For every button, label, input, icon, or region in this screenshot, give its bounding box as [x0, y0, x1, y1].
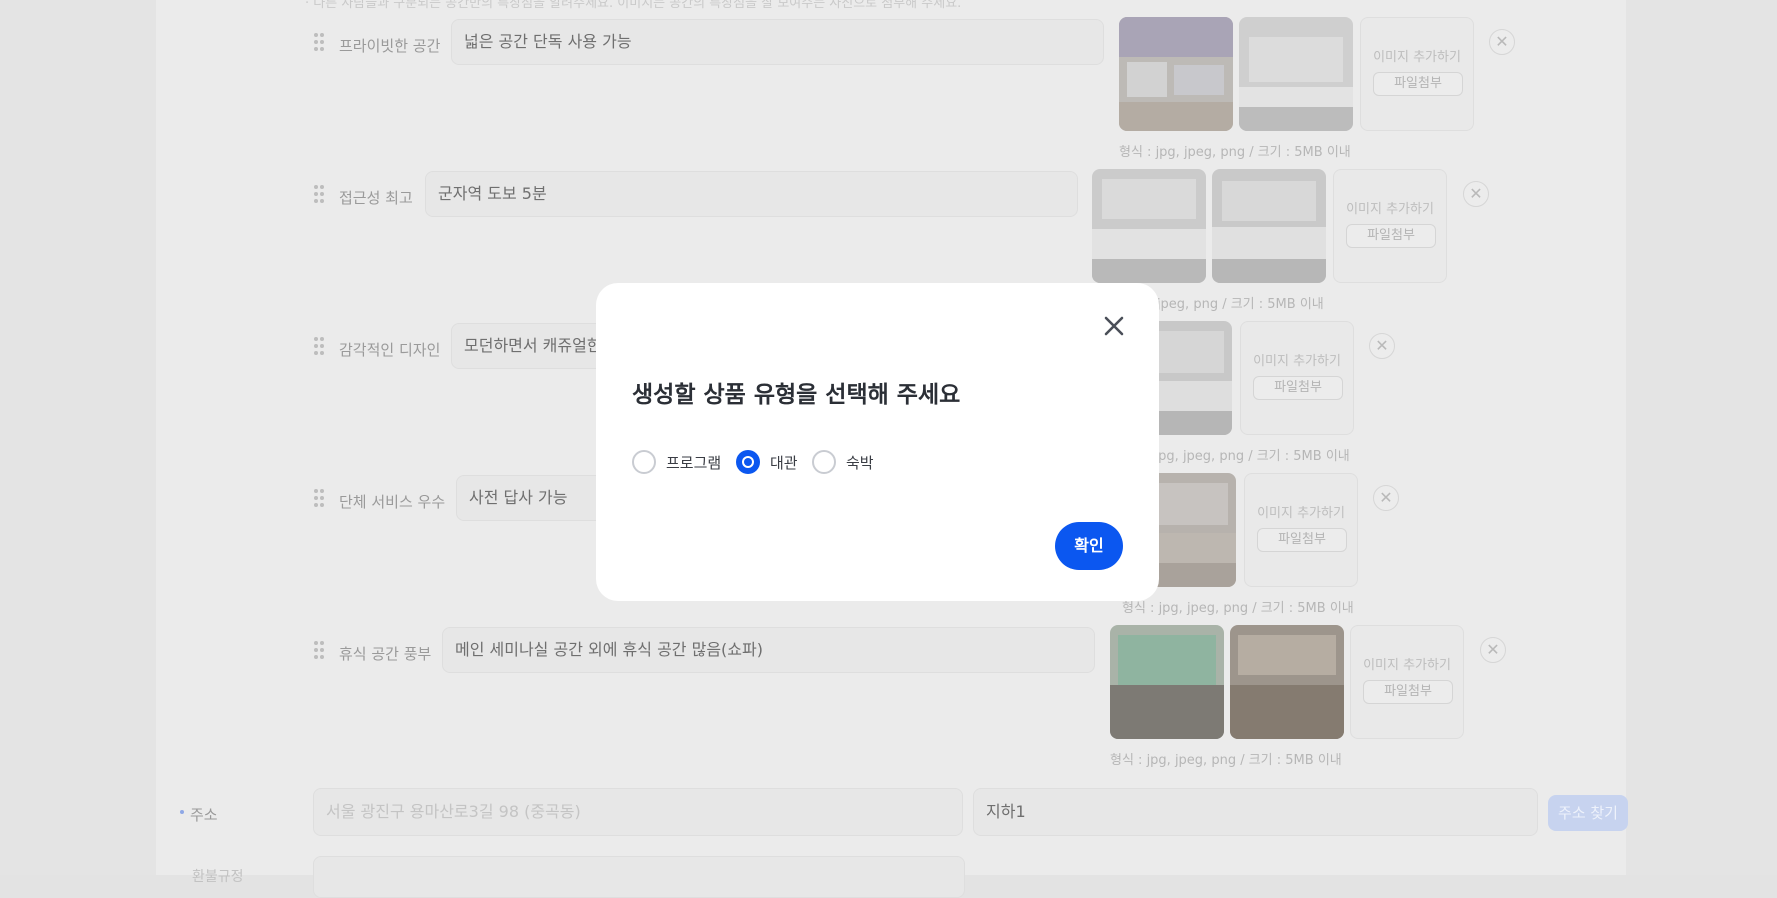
product-type-modal: 생성할 상품 유형을 선택해 주세요 프로그램 대관 숙박 확인: [596, 283, 1159, 601]
radio-circle[interactable]: [812, 450, 836, 474]
close-icon[interactable]: [1099, 311, 1129, 341]
radio-circle[interactable]: [632, 450, 656, 474]
radio-label: 숙박: [846, 454, 874, 472]
radio-label: 프로그램: [666, 454, 722, 472]
confirm-button[interactable]: 확인: [1055, 522, 1123, 570]
radio-label: 대관: [770, 454, 798, 472]
modal-title: 생성할 상품 유형을 선택해 주세요: [632, 382, 961, 408]
radio-circle[interactable]: [736, 450, 760, 474]
